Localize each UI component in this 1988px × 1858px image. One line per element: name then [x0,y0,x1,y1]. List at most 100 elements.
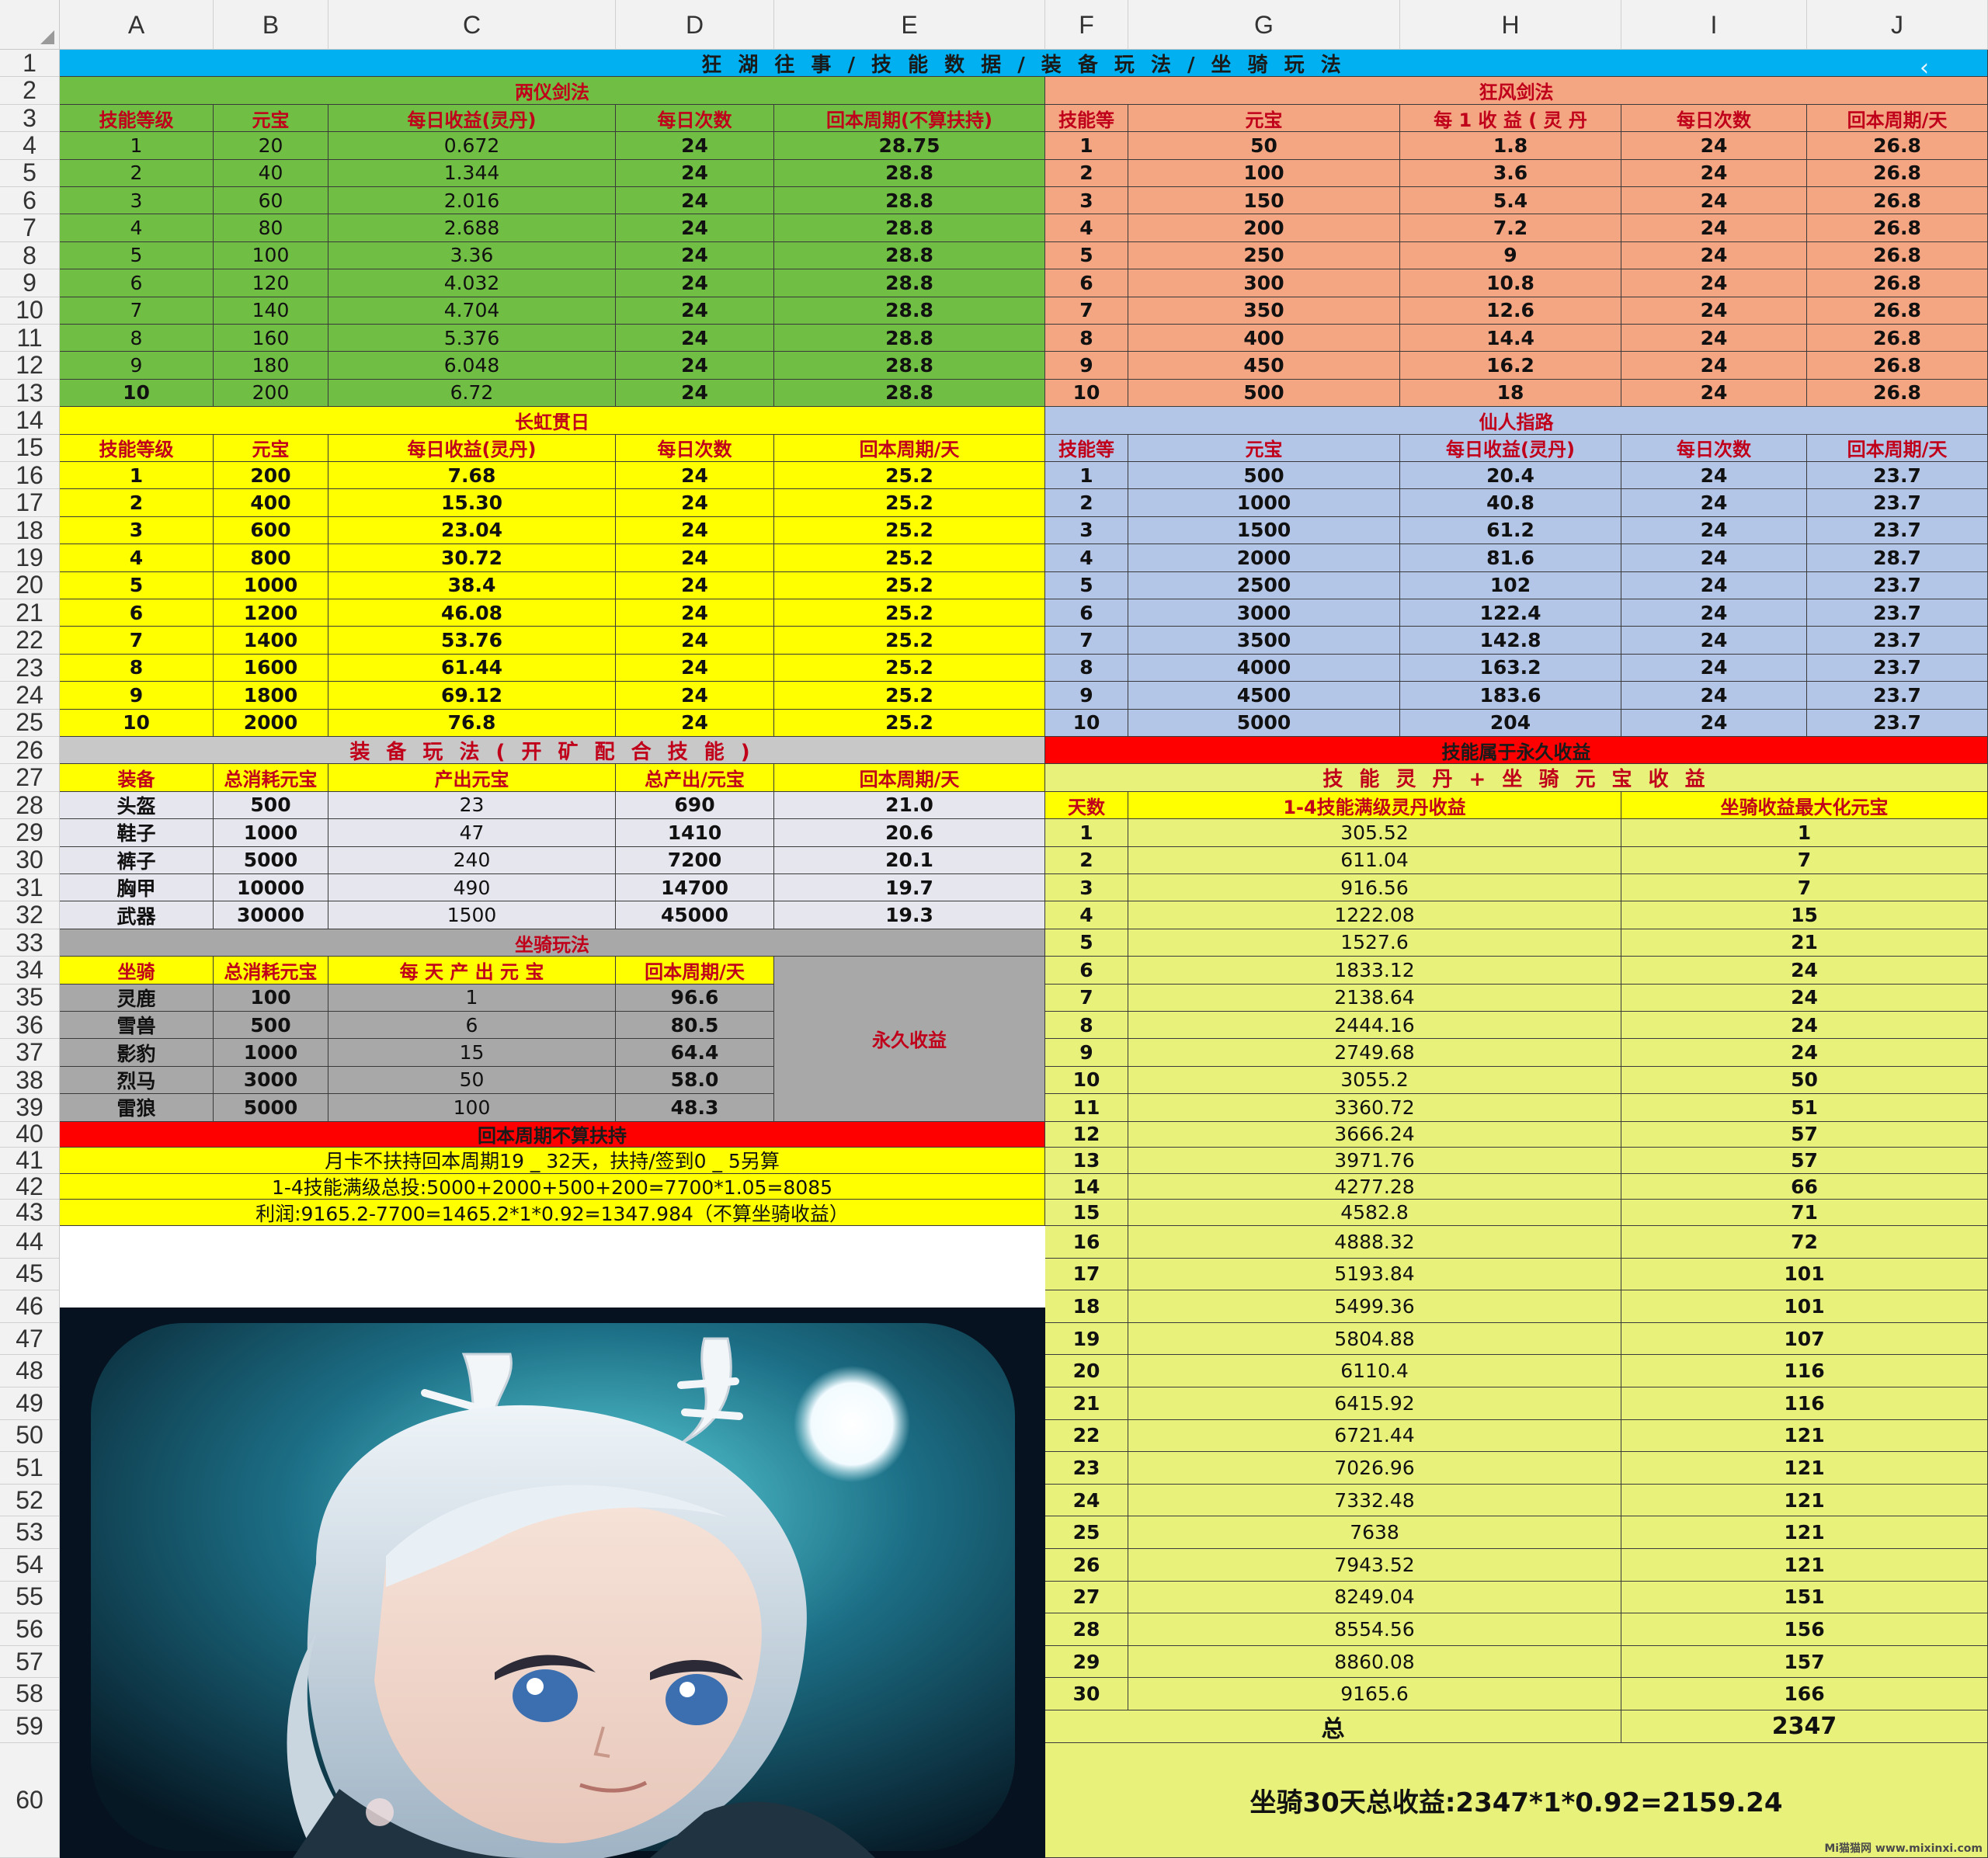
changhong-cell[interactable]: 600 [214,516,328,545]
kuangfeng-cell[interactable]: 5.4 [1400,187,1621,215]
liangyi-cell[interactable]: 24 [616,297,774,325]
permanent-yuanbao[interactable]: 71 [1621,1200,1988,1226]
xianren-cell[interactable]: 28.7 [1807,544,1988,572]
permanent-day[interactable]: 18 [1045,1290,1128,1323]
mount-cell[interactable]: 80.5 [616,1012,774,1040]
liangyi-cell[interactable]: 28.8 [774,325,1045,352]
kuangfeng-cell[interactable]: 400 [1128,325,1400,352]
permanent-total-value[interactable]: 2347 [1621,1710,1988,1743]
liangyi-cell[interactable]: 28.8 [774,187,1045,215]
permanent-lingdan[interactable]: 8554.56 [1128,1613,1621,1646]
kuangfeng-cell[interactable]: 350 [1128,297,1400,325]
row-header-24[interactable]: 24 [0,681,60,710]
liangyi-cell[interactable]: 40 [214,159,328,187]
changhong-cell[interactable]: 1200 [214,599,328,627]
liangyi-cell[interactable]: 120 [214,269,328,297]
mount-header[interactable]: 坐骑 [60,957,214,985]
equipment-cell[interactable]: 30000 [214,901,328,929]
permanent-day[interactable]: 19 [1045,1322,1128,1356]
xianren-cell[interactable]: 3000 [1128,599,1400,627]
changhong-cell[interactable]: 61.44 [328,654,616,682]
xianren-cell[interactable]: 1000 [1128,489,1400,517]
xianren-header[interactable]: 每日收益(灵丹) [1400,434,1621,462]
row-header-51[interactable]: 51 [0,1452,60,1485]
row-header-2[interactable]: 2 [0,76,60,105]
changhong-cell[interactable]: 2 [60,489,214,517]
liangyi-cell[interactable]: 24 [616,159,774,187]
equipment-cell[interactable]: 头盔 [60,791,214,820]
liangyi-cell[interactable]: 28.8 [774,352,1045,380]
permanent-yuanbao[interactable]: 15 [1621,901,1988,929]
kuangfeng-cell[interactable]: 26.8 [1807,187,1988,215]
row-header-41[interactable]: 41 [0,1146,60,1174]
liangyi-cell[interactable]: 4 [60,214,214,242]
row-header-21[interactable]: 21 [0,599,60,627]
kuangfeng-header[interactable]: 回本周期/天 [1807,104,1988,133]
equipment-title[interactable]: 装 备 玩 法 ( 开 矿 配 合 技 能 ) [60,737,1045,765]
xianren-cell[interactable]: 2000 [1128,544,1400,572]
row-header-46[interactable]: 46 [0,1290,60,1323]
kuangfeng-cell[interactable]: 26.8 [1807,379,1988,408]
row-header-47[interactable]: 47 [0,1322,60,1356]
mount-cell[interactable]: 烈马 [60,1066,214,1095]
permanent-lingdan[interactable]: 8860.08 [1128,1645,1621,1679]
mount-header[interactable]: 总消耗元宝 [214,957,328,985]
liangyi-cell[interactable]: 200 [214,379,328,408]
xianren-cell[interactable]: 24 [1621,544,1807,572]
equipment-cell[interactable]: 10000 [214,874,328,902]
column-header-g[interactable]: G [1128,0,1400,50]
xianren-cell[interactable]: 81.6 [1400,544,1621,572]
liangyi-cell[interactable]: 28.8 [774,241,1045,270]
kuangfeng-cell[interactable]: 26.8 [1807,159,1988,187]
liangyi-cell[interactable]: 24 [616,132,774,160]
kuangfeng-cell[interactable]: 10 [1045,379,1128,408]
permanent-lingdan[interactable]: 2138.64 [1128,984,1621,1012]
changhong-cell[interactable]: 1800 [214,682,328,710]
permanent-yuanbao[interactable]: 21 [1621,929,1988,957]
permanent-yuanbao[interactable]: 24 [1621,984,1988,1012]
permanent-day[interactable]: 10 [1045,1066,1128,1095]
changhong-header[interactable]: 每日次数 [616,434,774,462]
equipment-cell[interactable]: 19.7 [774,874,1045,902]
kuangfeng-cell[interactable]: 50 [1128,132,1400,160]
changhong-cell[interactable]: 25.2 [774,489,1045,517]
changhong-cell[interactable]: 25.2 [774,599,1045,627]
changhong-cell[interactable]: 3 [60,516,214,545]
liangyi-cell[interactable]: 1.344 [328,159,616,187]
permanent-day[interactable]: 16 [1045,1226,1128,1259]
kuangfeng-cell[interactable]: 26.8 [1807,352,1988,380]
permanent-lingdan[interactable]: 5804.88 [1128,1322,1621,1356]
row-header-35[interactable]: 35 [0,983,60,1012]
equipment-cell[interactable]: 20.6 [774,819,1045,847]
row-header-26[interactable]: 26 [0,736,60,765]
row-header-53[interactable]: 53 [0,1516,60,1549]
permanent-lingdan[interactable]: 4888.32 [1128,1226,1621,1259]
xianren-cell[interactable]: 40.8 [1400,489,1621,517]
row-header-10[interactable]: 10 [0,296,60,325]
xianren-cell[interactable]: 23.7 [1807,599,1988,627]
kuangfeng-cell[interactable]: 26.8 [1807,325,1988,352]
changhong-cell[interactable]: 53.76 [328,627,616,655]
permanent-yuanbao[interactable]: 121 [1621,1452,1988,1485]
kuangfeng-cell[interactable]: 7.2 [1400,214,1621,242]
equipment-cell[interactable]: 47 [328,819,616,847]
row-header-59[interactable]: 59 [0,1710,60,1743]
permanent-yuanbao[interactable]: 57 [1621,1148,1988,1174]
mount-cell[interactable]: 灵鹿 [60,984,214,1012]
liangyi-cell[interactable]: 3.36 [328,241,616,270]
permanent-lingdan[interactable]: 5499.36 [1128,1290,1621,1323]
row-header-44[interactable]: 44 [0,1226,60,1259]
xianren-cell[interactable]: 7 [1045,627,1128,655]
back-arrow-icon[interactable]: ‹ [1920,54,1929,82]
xianren-cell[interactable]: 204 [1400,709,1621,737]
xianren-cell[interactable]: 1500 [1128,516,1400,545]
changhong-cell[interactable]: 24 [616,627,774,655]
equipment-cell[interactable]: 21.0 [774,791,1045,820]
changhong-cell[interactable]: 25.2 [774,682,1045,710]
xianren-cell[interactable]: 23.7 [1807,627,1988,655]
row-header-4[interactable]: 4 [0,131,60,160]
xianren-cell[interactable]: 8 [1045,654,1128,682]
row-header-18[interactable]: 18 [0,516,60,545]
row-header-7[interactable]: 7 [0,214,60,242]
kuangfeng-cell[interactable]: 5 [1045,241,1128,270]
